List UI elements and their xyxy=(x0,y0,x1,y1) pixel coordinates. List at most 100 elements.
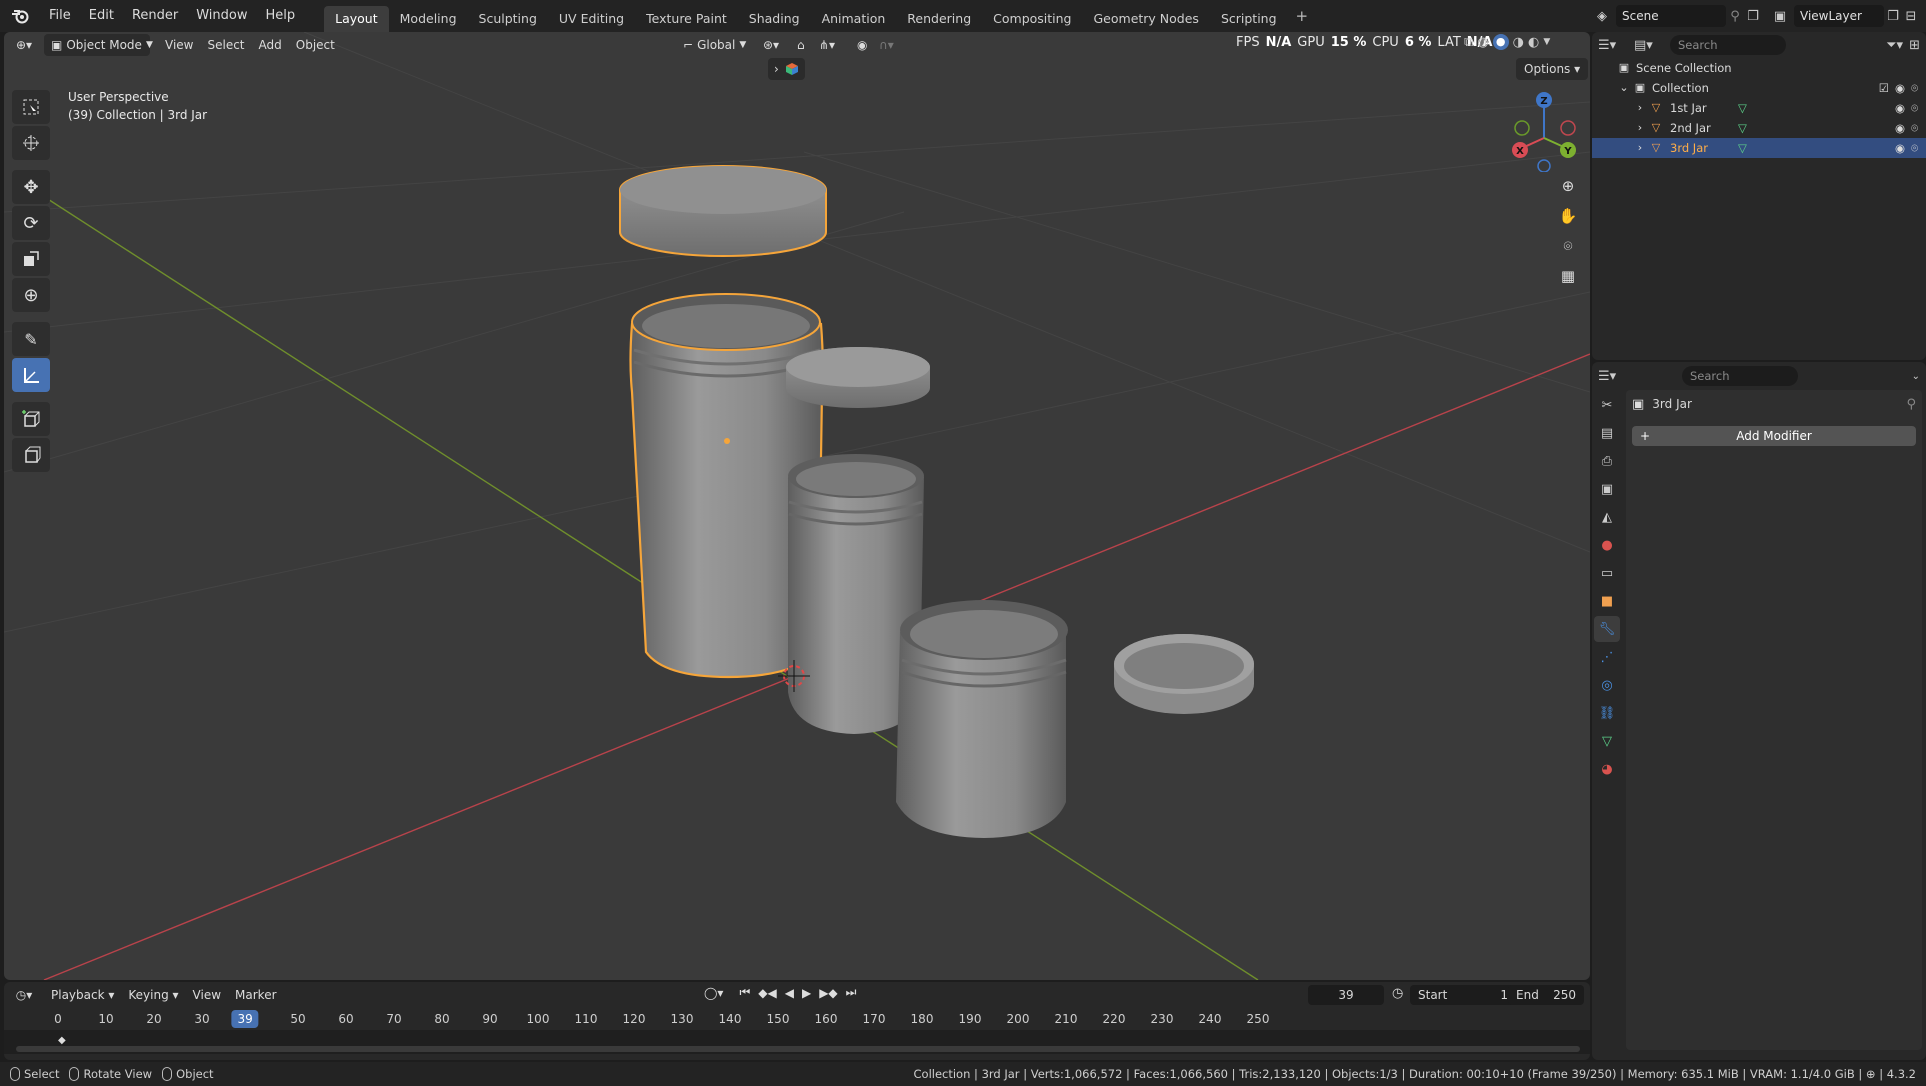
add-workspace-button[interactable]: + xyxy=(1288,0,1317,32)
menu-window[interactable]: Window xyxy=(187,0,256,32)
timeline-menu-view[interactable]: View xyxy=(186,984,228,1006)
view-layer-name-field[interactable]: ViewLayer xyxy=(1794,5,1884,27)
view-layer-icon[interactable]: ▣ xyxy=(1766,9,1794,24)
rendered-shading-icon[interactable]: ◐ xyxy=(1528,35,1539,50)
tree-row-1st-jar[interactable]: › ▽ 1st Jar ▽ ◉ ⌾ xyxy=(1592,98,1926,118)
scene-icon[interactable]: ◈ xyxy=(1588,9,1616,24)
scene-name-field[interactable]: Scene xyxy=(1616,5,1726,27)
jump-start-icon[interactable]: ⏮ xyxy=(739,985,750,1000)
tool-tab-icon[interactable]: ✂ xyxy=(1594,392,1620,418)
keyframe-diamond[interactable]: ◆ xyxy=(58,1035,66,1046)
chevron-down-icon[interactable]: ▼ xyxy=(1543,37,1550,47)
new-collection-icon[interactable]: ⊞ xyxy=(1909,38,1920,53)
material-tab-icon[interactable]: ◕ xyxy=(1594,756,1620,782)
viewport-menu-view[interactable]: View xyxy=(158,34,200,56)
play-reverse-icon[interactable]: ◀ xyxy=(785,986,794,1000)
timeline-scrollbar[interactable] xyxy=(16,1046,1580,1052)
viewport-menu-add[interactable]: Add xyxy=(252,34,289,56)
zoom-view-button[interactable]: ⊕ xyxy=(1552,172,1584,200)
eye-icon[interactable]: ◉ xyxy=(1895,138,1905,158)
chevron-down-icon[interactable]: ⌄ xyxy=(1912,371,1920,382)
particles-tab-icon[interactable]: ⋰ xyxy=(1594,644,1620,670)
tab-texture-paint[interactable]: Texture Paint xyxy=(635,6,738,32)
viewport-menu-object[interactable]: Object xyxy=(289,34,342,56)
eye-icon[interactable]: ◉ xyxy=(1895,98,1905,118)
add-modifier-button[interactable]: + Add Modifier xyxy=(1632,426,1916,446)
timeline-menu-keying[interactable]: Keying ▾ xyxy=(121,984,185,1006)
menu-render[interactable]: Render xyxy=(123,0,187,32)
jar-lid-3[interactable] xyxy=(1114,634,1254,714)
scale-tool[interactable] xyxy=(12,242,50,276)
xray-icon[interactable]: ⧉ xyxy=(1464,35,1473,50)
pan-view-button[interactable]: ✋ xyxy=(1552,202,1584,230)
object-tab-icon[interactable]: ■ xyxy=(1594,588,1620,614)
mode-selector[interactable]: ▣ Object Mode ▼ xyxy=(44,34,153,56)
tab-rendering[interactable]: Rendering xyxy=(896,6,982,32)
tree-row-scene-collection[interactable]: ▣ Scene Collection xyxy=(1592,58,1926,78)
jar-short[interactable] xyxy=(896,600,1068,838)
physics-tab-icon[interactable]: ◎ xyxy=(1594,672,1620,698)
world-tab-icon[interactable]: ● xyxy=(1594,532,1620,558)
perspective-toggle-button[interactable]: ▦ xyxy=(1552,262,1584,290)
tab-geometry-nodes[interactable]: Geometry Nodes xyxy=(1083,6,1210,32)
select-box-tool[interactable] xyxy=(12,90,50,124)
timeline-menu-playback[interactable]: Playback ▾ xyxy=(44,984,121,1006)
transform-tool[interactable]: ⊕ xyxy=(12,278,50,312)
rotate-tool[interactable]: ⟳ xyxy=(12,206,50,240)
new-scene-icon[interactable]: ❐ xyxy=(1744,9,1762,24)
blender-logo-icon[interactable] xyxy=(0,0,40,32)
chevron-right-icon[interactable]: › xyxy=(1632,98,1648,118)
current-frame-field[interactable]: 39 xyxy=(1308,985,1384,1005)
tab-shading[interactable]: Shading xyxy=(738,6,811,32)
pivot-point-icon[interactable]: ⊛▾ xyxy=(756,34,786,56)
editor-type-icon[interactable]: ⊕▾ xyxy=(4,34,44,56)
cursor-tool[interactable] xyxy=(12,126,50,160)
render-tab-icon[interactable]: ▤ xyxy=(1594,420,1620,446)
camera-icon[interactable]: ⌾ xyxy=(1911,98,1918,118)
transfer-tool[interactable] xyxy=(12,438,50,472)
scene-tab-icon[interactable]: ◭ xyxy=(1594,504,1620,530)
tab-scripting[interactable]: Scripting xyxy=(1210,6,1288,32)
new-view-layer-icon[interactable]: ❐ xyxy=(1884,9,1902,24)
falloff-icon[interactable]: ∩▾ xyxy=(872,34,901,56)
camera-icon[interactable]: ⌾ xyxy=(1911,78,1918,98)
solid-shading-icon[interactable]: ● xyxy=(1492,34,1509,50)
timeline-ruler[interactable]: 0 10 20 30 50 60 70 80 90 100 110 120 130 140 150 160 17… xyxy=(4,1008,1590,1054)
3d-viewport[interactable]: ⊕▾ ▣ Object Mode ▼ View Select Add Objec… xyxy=(4,32,1590,980)
play-icon[interactable]: ▶ xyxy=(802,986,811,1000)
start-frame-field[interactable]: Start 1 xyxy=(1410,985,1516,1005)
jump-prev-keyframe-icon[interactable]: ◆◀ xyxy=(758,986,776,1000)
jar-lid-2[interactable] xyxy=(786,347,930,408)
editor-type-icon[interactable]: ☰▾ xyxy=(1598,369,1628,384)
tree-row-2nd-jar[interactable]: › ▽ 2nd Jar ▽ ◉ ⌾ xyxy=(1592,118,1926,138)
snap-icon[interactable]: ⌂ xyxy=(790,34,812,56)
constraints-tab-icon[interactable]: ⛓︎ xyxy=(1594,700,1620,726)
camera-icon[interactable]: ⌾ xyxy=(1911,118,1918,138)
options-button[interactable]: Options ▾ xyxy=(1516,58,1589,80)
tab-sculpting[interactable]: Sculpting xyxy=(468,6,548,32)
move-tool[interactable]: ✥ xyxy=(12,170,50,204)
eye-icon[interactable]: ◉ xyxy=(1895,118,1905,138)
viewport-menu-select[interactable]: Select xyxy=(200,34,251,56)
jump-end-icon[interactable]: ⏭ xyxy=(846,985,857,1000)
navigation-gizmo[interactable]: Z X Y xyxy=(1504,88,1584,172)
snap-target-icon[interactable]: ⋔▾ xyxy=(812,34,842,56)
measure-tool[interactable] xyxy=(12,358,50,392)
tab-animation[interactable]: Animation xyxy=(811,6,897,32)
pin-icon[interactable]: ⚲ xyxy=(1726,9,1744,24)
display-mode-icon[interactable]: ▤▾ xyxy=(1634,38,1664,53)
filter-icon[interactable]: ⏷▾ xyxy=(1886,38,1903,53)
pin-icon[interactable]: ⚲ xyxy=(1906,397,1916,412)
wireframe-shading-icon[interactable]: ◍ xyxy=(1477,35,1488,50)
transform-orientation-selector[interactable]: ⌐ Global ▼ xyxy=(676,34,753,56)
tab-uv-editing[interactable]: UV Editing xyxy=(548,6,635,32)
viewport-scene[interactable] xyxy=(4,32,1590,980)
checkbox-icon[interactable]: ☑ xyxy=(1879,78,1889,98)
jar-lid-selected[interactable] xyxy=(619,165,827,257)
playhead-frame-label[interactable]: 39 xyxy=(231,1010,259,1028)
add-cube-tool[interactable] xyxy=(12,402,50,436)
properties-search-input[interactable]: Search xyxy=(1682,366,1798,386)
camera-view-button[interactable]: ⌾ xyxy=(1552,232,1584,260)
menu-help[interactable]: Help xyxy=(257,0,305,32)
timer-icon[interactable]: ◷ xyxy=(1392,986,1403,1001)
